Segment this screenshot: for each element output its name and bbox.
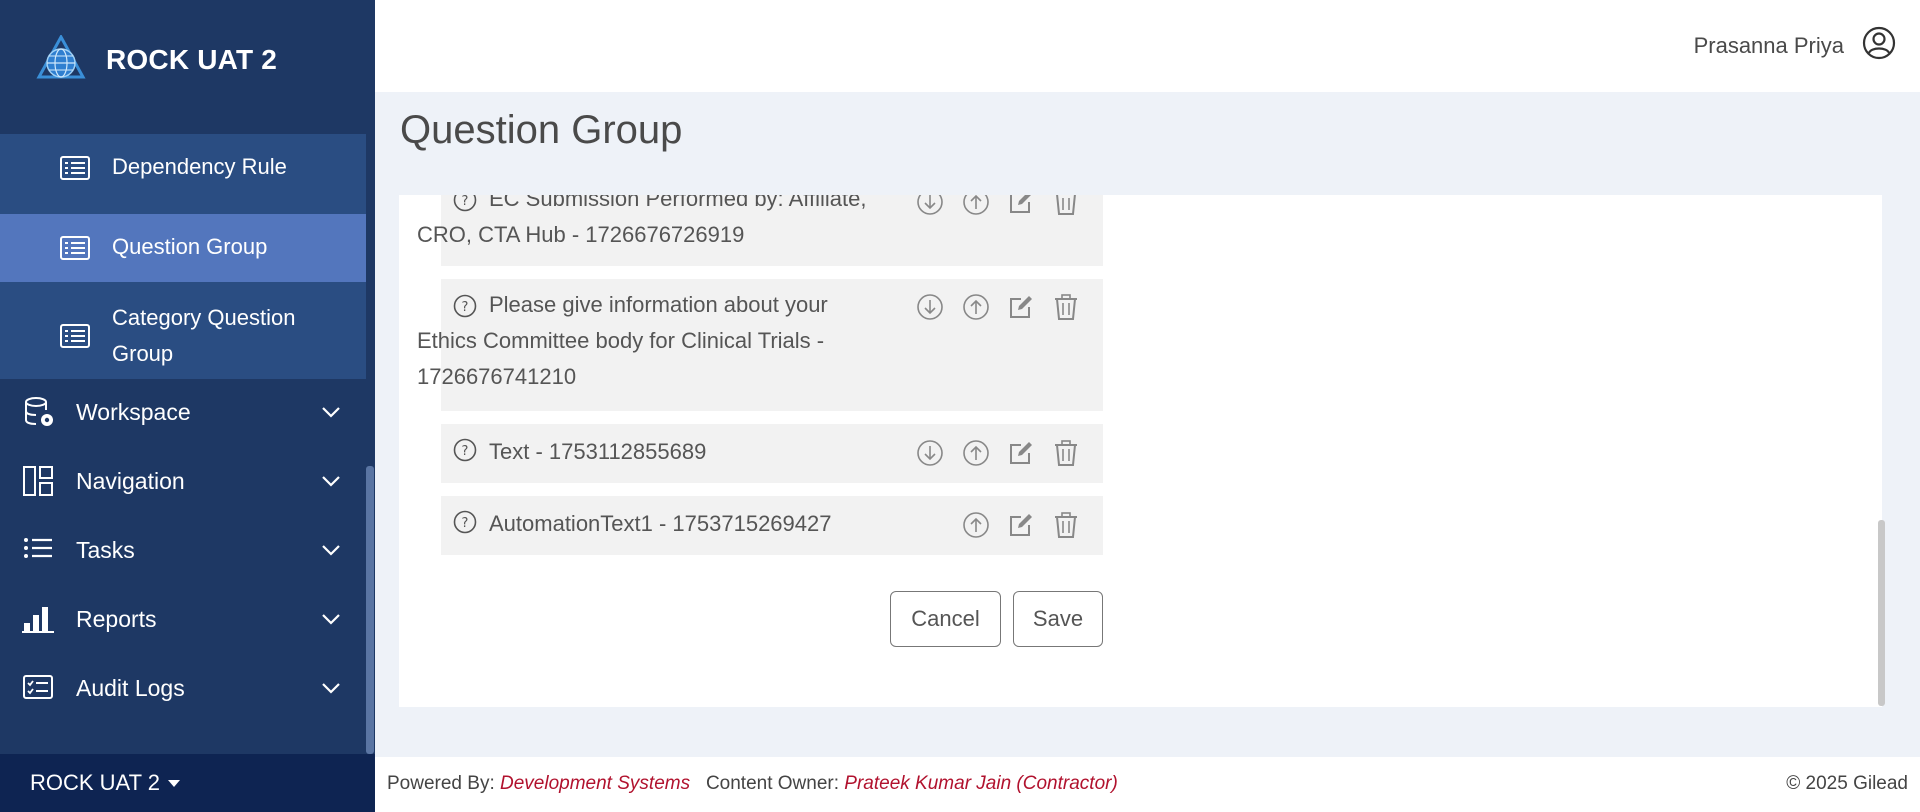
sidebar-item-label: Navigation bbox=[76, 467, 185, 494]
question-text: Text - 1753112855689 bbox=[489, 439, 707, 464]
move-up-icon[interactable] bbox=[962, 293, 990, 321]
sidebar-item-workspace[interactable]: Workspace bbox=[0, 387, 366, 437]
sidebar-item-audit-logs[interactable]: Audit Logs bbox=[0, 663, 366, 713]
bar-chart-icon bbox=[22, 607, 54, 633]
copyright: © 2025 Gilead bbox=[1786, 773, 1908, 794]
edit-icon[interactable] bbox=[1007, 439, 1035, 467]
environment-switcher[interactable]: ROCK UAT 2 bbox=[0, 754, 375, 812]
question-item: ? Please give information about your Ethi… bbox=[417, 279, 1103, 411]
sidebar-item-label: Audit Logs bbox=[76, 674, 185, 701]
chevron-down-icon bbox=[322, 614, 340, 625]
question-text: Please give information about your Ethics… bbox=[417, 292, 828, 389]
sidebar-item-category-question-group[interactable]: Category Question Group bbox=[0, 294, 366, 379]
sidebar-item-reports[interactable]: Reports bbox=[0, 594, 366, 644]
page-footer: Powered By: Development Systems Content … bbox=[375, 757, 1920, 812]
sidebar-scrollbar-thumb[interactable] bbox=[366, 466, 374, 754]
trash-icon[interactable] bbox=[1052, 511, 1080, 539]
sidebar-item-label: Workspace bbox=[76, 398, 191, 425]
sidebar: ROCK UAT 2 Dependency Rule Question Grou… bbox=[0, 0, 375, 812]
question-item: ? Text - 1753112855689 bbox=[441, 424, 1103, 483]
user-avatar-icon[interactable] bbox=[1862, 26, 1896, 60]
move-down-icon[interactable] bbox=[916, 439, 944, 467]
sidebar-item-dependency-rule[interactable]: Dependency Rule bbox=[0, 134, 366, 201]
checklist-icon bbox=[23, 675, 53, 699]
trash-icon[interactable] bbox=[1052, 293, 1080, 321]
move-up-icon[interactable] bbox=[962, 439, 990, 467]
edit-icon[interactable] bbox=[1007, 293, 1035, 321]
brand[interactable]: ROCK UAT 2 bbox=[0, 0, 375, 120]
chevron-down-icon bbox=[322, 407, 340, 418]
list-icon bbox=[60, 324, 90, 348]
sidebar-item-label: Tasks bbox=[76, 536, 135, 563]
caret-down-icon bbox=[168, 779, 180, 787]
chevron-down-icon bbox=[322, 545, 340, 556]
move-up-icon[interactable] bbox=[962, 511, 990, 539]
move-down-icon[interactable] bbox=[916, 293, 944, 321]
sidebar-item-navigation[interactable]: Navigation bbox=[0, 456, 366, 506]
content-owner-label: Content Owner: bbox=[705, 773, 840, 794]
cancel-button[interactable]: Cancel bbox=[890, 591, 1001, 647]
sidebar-item-label: Category Question Group bbox=[112, 305, 296, 366]
user-name[interactable]: Prasanna Priya bbox=[1694, 33, 1844, 59]
sidebar-item-tasks[interactable]: Tasks bbox=[0, 525, 366, 575]
admin-submenu: Dependency Rule Question Group Category … bbox=[0, 134, 366, 379]
question-item: ? EC Submission Performed by: Affiliate,… bbox=[417, 186, 1103, 266]
database-gear-icon bbox=[25, 397, 53, 426]
list-icon bbox=[60, 236, 90, 260]
powered-by-label: Powered By: bbox=[387, 773, 495, 794]
bullet-list-icon bbox=[24, 538, 52, 558]
chevron-down-icon bbox=[322, 476, 340, 487]
chevron-down-icon bbox=[322, 683, 340, 694]
environment-label: ROCK UAT 2 bbox=[30, 770, 160, 795]
sidebar-item-label: Question Group bbox=[112, 234, 268, 259]
save-button[interactable]: Save bbox=[1013, 591, 1103, 647]
question-text: AutomationText1 - 1753715269427 bbox=[489, 511, 832, 536]
footer-credits: Powered By: Development Systems Content … bbox=[387, 773, 1118, 795]
content-owner-link[interactable]: Prateek Kumar Jain (Contractor) bbox=[844, 773, 1118, 794]
sidebar-item-label: Reports bbox=[76, 605, 157, 632]
trash-icon[interactable] bbox=[1052, 439, 1080, 467]
page-title: Question Group bbox=[400, 108, 683, 152]
card-scrollbar-thumb[interactable] bbox=[1878, 520, 1885, 706]
question-item: ? AutomationText1 - 1753715269427 bbox=[441, 496, 1103, 555]
powered-by-link[interactable]: Development Systems bbox=[500, 773, 690, 794]
sidebar-item-label: Dependency Rule bbox=[112, 154, 287, 179]
sidebar-item-question-group[interactable]: Question Group bbox=[0, 214, 366, 282]
layout-icon bbox=[23, 466, 53, 496]
top-bar: Prasanna Priya bbox=[375, 0, 1920, 92]
list-icon bbox=[60, 155, 90, 180]
globe-logo-icon bbox=[36, 35, 86, 79]
app-name: ROCK UAT 2 bbox=[106, 44, 278, 75]
edit-icon[interactable] bbox=[1007, 511, 1035, 539]
card-clip-mask bbox=[399, 170, 1882, 195]
